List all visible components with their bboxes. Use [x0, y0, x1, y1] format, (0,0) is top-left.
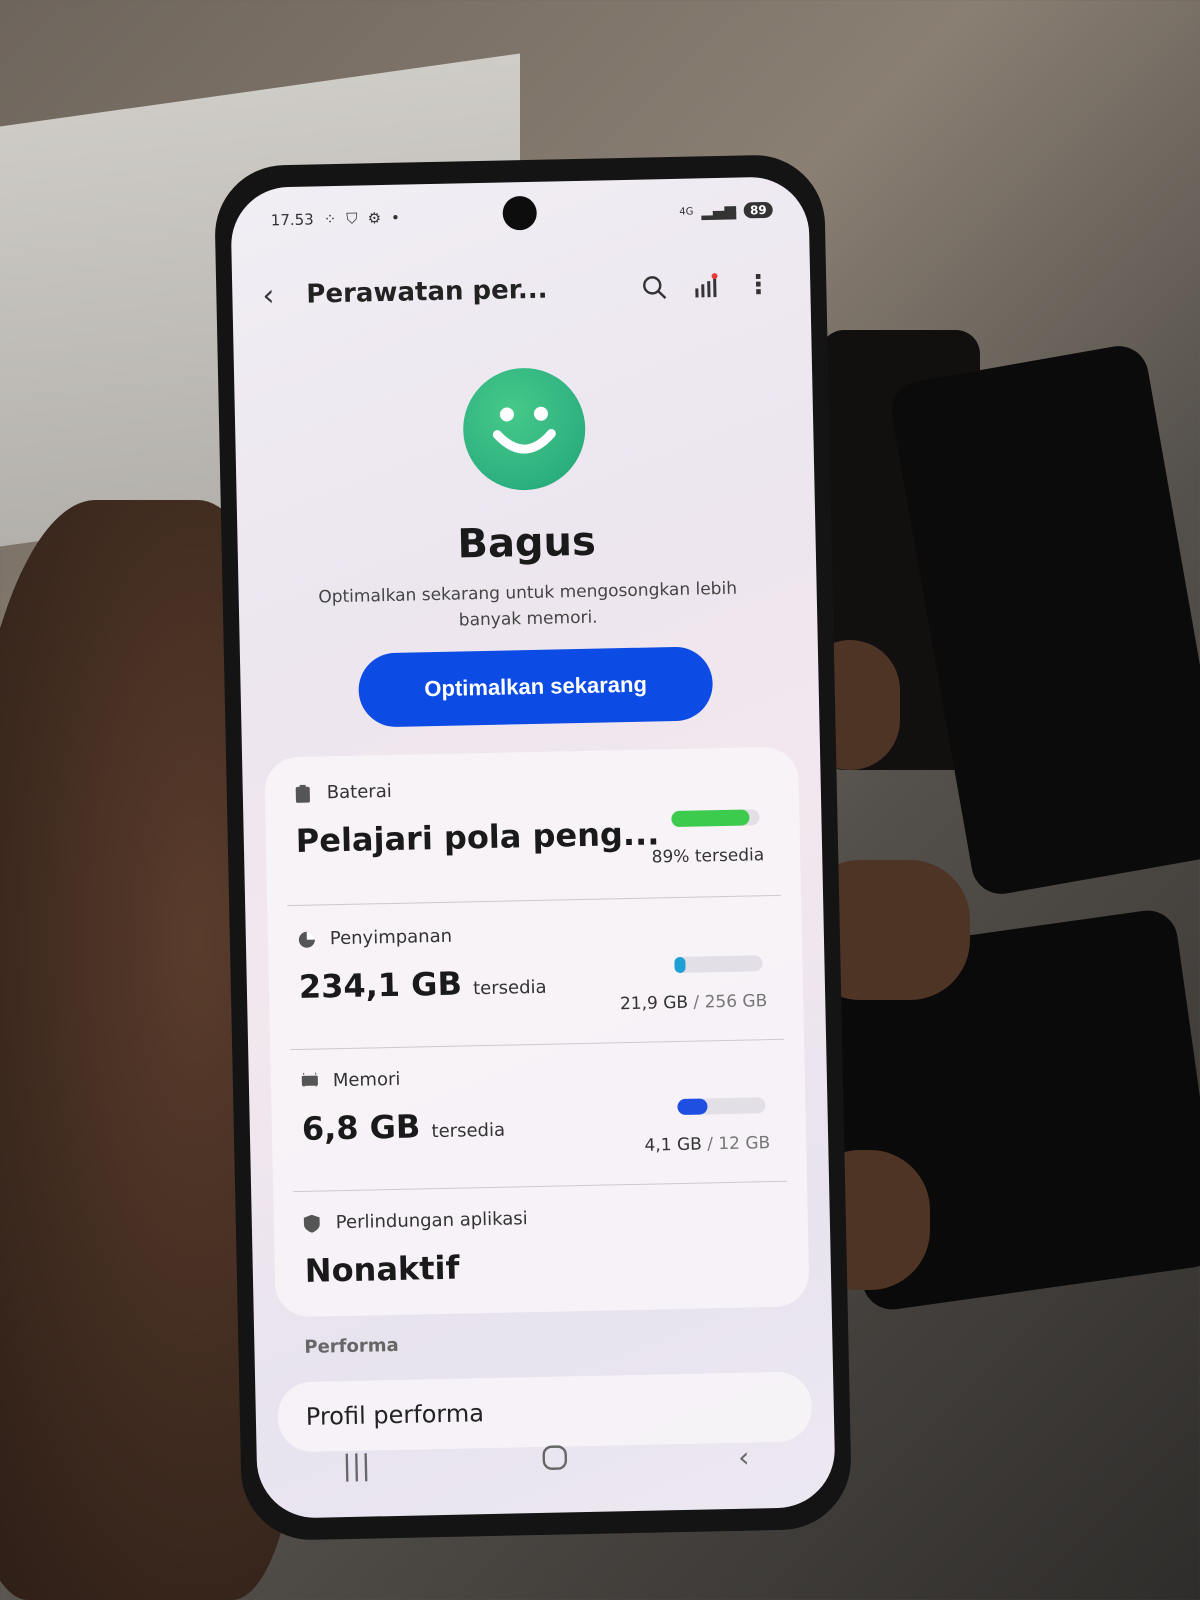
protection-label: Perlindungan aplikasi [335, 1208, 528, 1234]
memory-usage: 4,1 GB / 12 GB [644, 1133, 770, 1156]
shield-status-icon: ⛉ [346, 209, 358, 228]
app-protection-row[interactable]: Perlindungan aplikasi Nonaktif [303, 1203, 780, 1309]
battery-meter [671, 809, 760, 828]
back-nav-icon[interactable]: ‹ [738, 1440, 750, 1473]
storage-unit: tersedia [472, 976, 547, 1000]
network-label: 4G [679, 206, 694, 218]
memory-used: 4,1 GB [644, 1134, 703, 1156]
storage-row[interactable]: Penyimpanan 234,1 GB tersedia 21,9 GB / … [298, 919, 774, 1039]
report-icon[interactable] [684, 264, 729, 309]
storage-meter [674, 955, 763, 974]
storage-meter-fill [674, 956, 686, 974]
storage-header: Penyimpanan [298, 919, 772, 950]
home-icon[interactable] [541, 1444, 568, 1478]
shield-icon [303, 1214, 322, 1233]
screen: 17.53 ⁘ ⛉ ⚙ • 4G ▂▄▆ 89 ‹ Perawatan per.… [230, 176, 836, 1519]
protection-header: Perlindungan aplikasi [303, 1203, 778, 1234]
divider [287, 894, 782, 907]
memory-amount: 6,8 GB [301, 1107, 421, 1148]
status-subtitle: Optimalkan sekarang untuk mengosongkan l… [318, 578, 738, 631]
recents-icon[interactable]: ||| [342, 1448, 371, 1482]
divider [290, 1038, 785, 1051]
more-icon[interactable]: ⋮ [736, 263, 781, 308]
memory-icon [301, 1072, 319, 1090]
storage-used: 21,9 GB [619, 992, 689, 1015]
signal-icon: ▂▄▆ [701, 201, 737, 221]
status-bar: 17.53 ⁘ ⛉ ⚙ • 4G ▂▄▆ 89 [270, 195, 773, 236]
divider [293, 1180, 788, 1193]
memory-total: / 12 GB [707, 1133, 771, 1155]
navigation-bar: ||| ‹ [256, 1425, 835, 1497]
settings-status-icon: ⚙ [367, 209, 382, 228]
memory-unit: tersedia [431, 1119, 506, 1143]
top-app-bar: ‹ Perawatan per... ⋮ [262, 259, 781, 322]
storage-usage: 21,9 GB / 256 GB [620, 991, 768, 1014]
memory-label: Memori [332, 1068, 401, 1092]
status-time: 17.53 [270, 210, 314, 230]
battery-header: Baterai [295, 773, 769, 804]
search-icon[interactable] [632, 265, 677, 310]
battery-meter-fill [671, 809, 750, 828]
summary-card: Baterai Pelajari pola peng... 89% tersed… [264, 746, 810, 1318]
battery-label: Baterai [326, 780, 392, 804]
back-icon[interactable]: ‹ [262, 277, 307, 313]
protection-value: Nonaktif [304, 1248, 460, 1290]
battery-row[interactable]: Baterai Pelajari pola peng... 89% tersed… [295, 773, 771, 893]
grid-icon: ⁘ [323, 209, 337, 229]
status-left: 17.53 ⁘ ⛉ ⚙ • [271, 209, 400, 230]
smiley-icon [461, 366, 587, 492]
hero: Bagus Optimalkan sekarang untuk mengoson… [234, 362, 817, 638]
memory-meter [677, 1097, 766, 1116]
optimize-now-button[interactable]: Optimalkan sekarang [357, 646, 714, 728]
storage-amount: 234,1 GB [298, 964, 463, 1006]
battery-status: 89 [743, 201, 773, 219]
storage-total: / 256 GB [693, 991, 768, 1013]
memory-row[interactable]: Memori 6,8 GB tersedia 4,1 GB / 12 GB [301, 1061, 777, 1181]
page-title: Perawatan per... [306, 274, 548, 310]
background-phone [886, 341, 1200, 899]
performance-section-label: Performa [304, 1334, 399, 1358]
storage-icon [298, 930, 316, 948]
storage-label: Penyimpanan [329, 925, 453, 950]
battery-available: 89% tersedia [651, 845, 765, 868]
phone: 17.53 ⁘ ⛉ ⚙ • 4G ▂▄▆ 89 ‹ Perawatan per.… [213, 153, 853, 1542]
dot-icon: • [390, 208, 401, 227]
status-right: 4G ▂▄▆ 89 [679, 201, 773, 221]
status-title: Bagus [456, 518, 597, 568]
memory-header: Memori [301, 1061, 775, 1092]
memory-meter-fill [677, 1098, 708, 1116]
battery-icon [295, 784, 313, 803]
